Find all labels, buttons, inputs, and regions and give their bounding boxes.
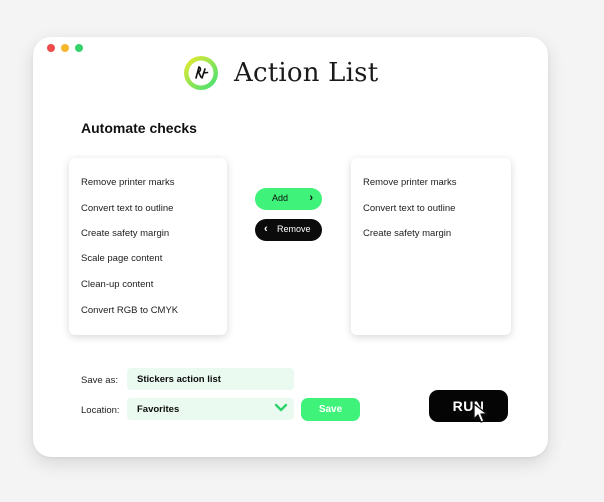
remove-button[interactable]: ‹ Remove — [255, 219, 322, 241]
list-item[interactable]: Scale page content — [81, 253, 162, 264]
list-item[interactable]: Convert text to outline — [363, 203, 455, 214]
app-header: Action List — [182, 53, 378, 93]
action-list-logo-icon — [184, 56, 218, 90]
window-minimize-dot[interactable] — [61, 44, 69, 52]
list-item[interactable]: Convert RGB to CMYK — [81, 305, 178, 316]
remove-button-label: Remove — [277, 224, 311, 234]
chevron-down-icon — [274, 403, 288, 412]
list-item[interactable]: Create safety margin — [363, 228, 451, 239]
list-item[interactable]: Clean-up content — [81, 279, 153, 290]
list-item[interactable]: Remove printer marks — [81, 177, 174, 188]
list-item[interactable]: Create safety margin — [81, 228, 169, 239]
save-as-input[interactable]: Stickers action list — [127, 368, 294, 390]
location-value: Favorites — [137, 404, 180, 415]
selected-checks-list: Remove printer marks Convert text to out… — [351, 158, 511, 335]
window-maximize-dot[interactable] — [75, 44, 83, 52]
run-button[interactable]: RUN — [429, 390, 508, 422]
chevron-right-icon: › — [309, 192, 313, 204]
window-close-dot[interactable] — [47, 44, 55, 52]
location-select[interactable]: Favorites — [127, 398, 294, 420]
available-checks-list: Remove printer marks Convert text to out… — [69, 158, 227, 335]
save-button[interactable]: Save — [301, 398, 360, 421]
add-button-label: Add — [272, 193, 289, 203]
app-window: Action List Automate checks Remove print… — [33, 37, 548, 457]
location-label: Location: — [81, 405, 120, 416]
save-as-label: Save as: — [81, 375, 118, 386]
list-item[interactable]: Remove printer marks — [363, 177, 456, 188]
chevron-left-icon: ‹ — [264, 223, 268, 235]
app-title: Action List — [234, 58, 379, 88]
add-button[interactable]: Add › — [255, 188, 322, 210]
section-title: Automate checks — [81, 120, 197, 136]
pointer-cursor-icon — [473, 403, 488, 423]
save-as-value: Stickers action list — [137, 374, 221, 385]
list-item[interactable]: Convert text to outline — [81, 203, 173, 214]
